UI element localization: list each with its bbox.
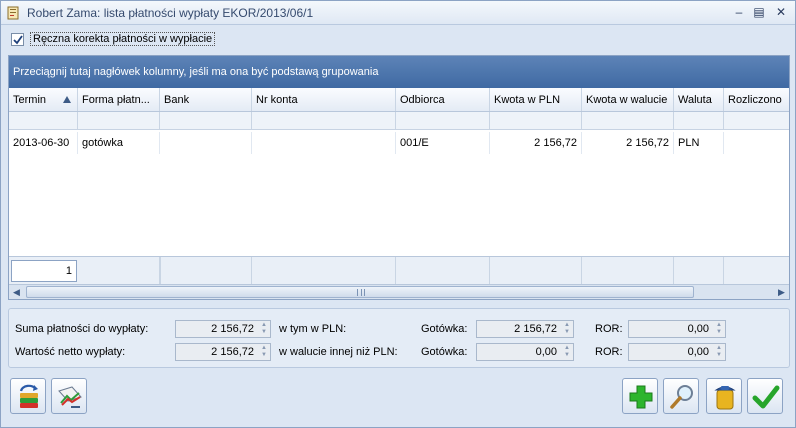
scroll-right-arrow-icon[interactable]: ▶: [774, 285, 789, 299]
checkmark-icon: [752, 385, 780, 409]
column-header-odbiorca[interactable]: Odbiorca: [396, 88, 490, 111]
sort-ascending-icon: [63, 96, 71, 103]
ror-pln-value: 0,00: [687, 323, 709, 335]
footer-cell: [252, 257, 396, 285]
manual-correction-checkbox[interactable]: [11, 32, 24, 46]
preview-button[interactable]: [663, 378, 699, 414]
cell-termin[interactable]: 2013-06-30: [9, 132, 78, 154]
checkmark-small-icon: [13, 34, 23, 44]
column-header-label: Termin: [13, 94, 47, 106]
document-app-icon: [7, 6, 19, 20]
chart-edit-button[interactable]: [51, 378, 87, 414]
column-header-forma[interactable]: Forma płatn...: [78, 88, 160, 111]
spinner-icon: ▲ ▼: [261, 322, 267, 335]
ror-label-waluta: ROR:: [595, 346, 623, 358]
filter-cell[interactable]: [396, 112, 490, 129]
filter-cell[interactable]: [252, 112, 396, 129]
cell-odbiorca[interactable]: 001/E: [396, 132, 490, 154]
w-tym-label: w tym w PLN:: [279, 323, 347, 335]
column-header-rozliczono[interactable]: Rozliczono: [724, 88, 789, 111]
filter-cell[interactable]: [78, 112, 160, 129]
filter-cell[interactable]: [490, 112, 582, 129]
spinner-icon: ▲ ▼: [716, 345, 722, 358]
spinner-icon: ▲ ▼: [564, 345, 570, 358]
scrollbar-grip-icon: [357, 289, 365, 296]
window-title: Robert Zama: lista płatności wypłaty EKO…: [27, 6, 314, 20]
gotowka-label-waluta: Gotówka:: [421, 346, 468, 358]
column-header-waluta[interactable]: Waluta: [674, 88, 724, 111]
suma-value: 2 156,72: [211, 323, 254, 335]
column-header-nr-konta[interactable]: Nr konta: [252, 88, 396, 111]
ror-waluta-field: 0,00 ▲ ▼: [628, 343, 726, 361]
footer-cell: [674, 257, 724, 285]
summary-panel: Suma płatności do wypłaty: 2 156,72 ▲ ▼ w…: [8, 308, 790, 368]
refresh-button[interactable]: [10, 378, 46, 414]
spinner-icon: ▲ ▼: [261, 345, 267, 358]
spinner-icon: ▲ ▼: [716, 322, 722, 335]
maximize-button[interactable]: ▤: [750, 4, 768, 20]
confirm-button[interactable]: [747, 378, 783, 414]
gotowka-pln-value: 2 156,72: [514, 323, 557, 335]
delete-button[interactable]: [706, 378, 742, 414]
cell-nr-konta[interactable]: [252, 132, 396, 154]
cell-kwota-pln[interactable]: 2 156,72: [490, 132, 582, 154]
trash-bin-icon: [714, 386, 736, 410]
title-bar: Robert Zama: lista płatności wypłaty EKO…: [1, 1, 795, 25]
add-button[interactable]: [622, 378, 658, 414]
filter-cell[interactable]: [674, 112, 724, 129]
ror-pln-field: 0,00 ▲ ▼: [628, 320, 726, 338]
gotowka-waluta-value: 0,00: [535, 346, 557, 358]
grid-footer: 1: [9, 256, 789, 285]
footer-cell: [582, 257, 674, 285]
filter-cell[interactable]: [9, 112, 78, 129]
grid-header: Termin Forma płatn... Bank Nr konta Odbi…: [9, 88, 789, 112]
ror-label-pln: ROR:: [595, 323, 623, 335]
netto-value: 2 156,72: [211, 346, 254, 358]
netto-field: 2 156,72 ▲ ▼: [175, 343, 271, 361]
gotowka-pln-field: 2 156,72 ▲ ▼: [476, 320, 574, 338]
suma-field: 2 156,72 ▲ ▼: [175, 320, 271, 338]
column-header-kwota-waluta[interactable]: Kwota w walucie: [582, 88, 674, 111]
filter-cell[interactable]: [582, 112, 674, 129]
column-header-kwota-pln[interactable]: Kwota w PLN: [490, 88, 582, 111]
gotowka-label-pln: Gotówka:: [421, 323, 468, 335]
minimize-button[interactable]: –: [730, 4, 748, 20]
manual-correction-option[interactable]: Ręczna korekta płatności w wypłacie: [11, 31, 216, 47]
payments-grid: Przeciągnij tutaj nagłówek kolumny, jeśl…: [8, 55, 790, 300]
scroll-left-arrow-icon[interactable]: ◀: [9, 285, 24, 299]
footer-cell: [490, 257, 582, 285]
footer-cell: [396, 257, 490, 285]
filter-cell[interactable]: [724, 112, 789, 129]
horizontal-scrollbar[interactable]: ◀ ▶: [9, 284, 789, 299]
netto-label: Wartość netto wypłaty:: [15, 346, 126, 358]
group-by-bar[interactable]: Przeciągnij tutaj nagłówek kolumny, jeśl…: [9, 56, 789, 88]
spinner-icon: ▲ ▼: [564, 322, 570, 335]
footer-cell: [78, 257, 160, 285]
filter-cell[interactable]: [160, 112, 252, 129]
refresh-stack-icon: [19, 384, 38, 408]
dialog-window: Robert Zama: lista płatności wypłaty EKO…: [0, 0, 796, 428]
cell-forma[interactable]: gotówka: [78, 132, 160, 154]
column-header-termin[interactable]: Termin: [9, 88, 78, 111]
row-count: 1: [11, 260, 77, 282]
manual-correction-label[interactable]: Ręczna korekta płatności w wypłacie: [30, 32, 216, 46]
table-row[interactable]: 2013-06-30 gotówka 001/E 2 156,72 2 156,…: [9, 132, 789, 154]
filter-row[interactable]: [9, 112, 789, 130]
cell-kwota-waluta[interactable]: 2 156,72: [582, 132, 674, 154]
w-walucie-label: w walucie innej niż PLN:: [279, 346, 398, 358]
add-plus-icon: [629, 385, 653, 409]
cell-bank[interactable]: [160, 132, 252, 154]
close-button[interactable]: ✕: [772, 4, 790, 20]
footer-cell: [160, 257, 252, 285]
column-header-bank[interactable]: Bank: [160, 88, 252, 111]
ror-waluta-value: 0,00: [687, 346, 709, 358]
suma-label: Suma płatności do wypłaty:: [15, 323, 149, 335]
magnifier-icon: [670, 385, 693, 409]
scrollbar-thumb[interactable]: [26, 286, 694, 298]
cell-rozliczono[interactable]: [724, 132, 789, 154]
gotowka-waluta-field: 0,00 ▲ ▼: [476, 343, 574, 361]
chart-edit-icon: [58, 386, 82, 408]
cell-waluta[interactable]: PLN: [674, 132, 724, 154]
